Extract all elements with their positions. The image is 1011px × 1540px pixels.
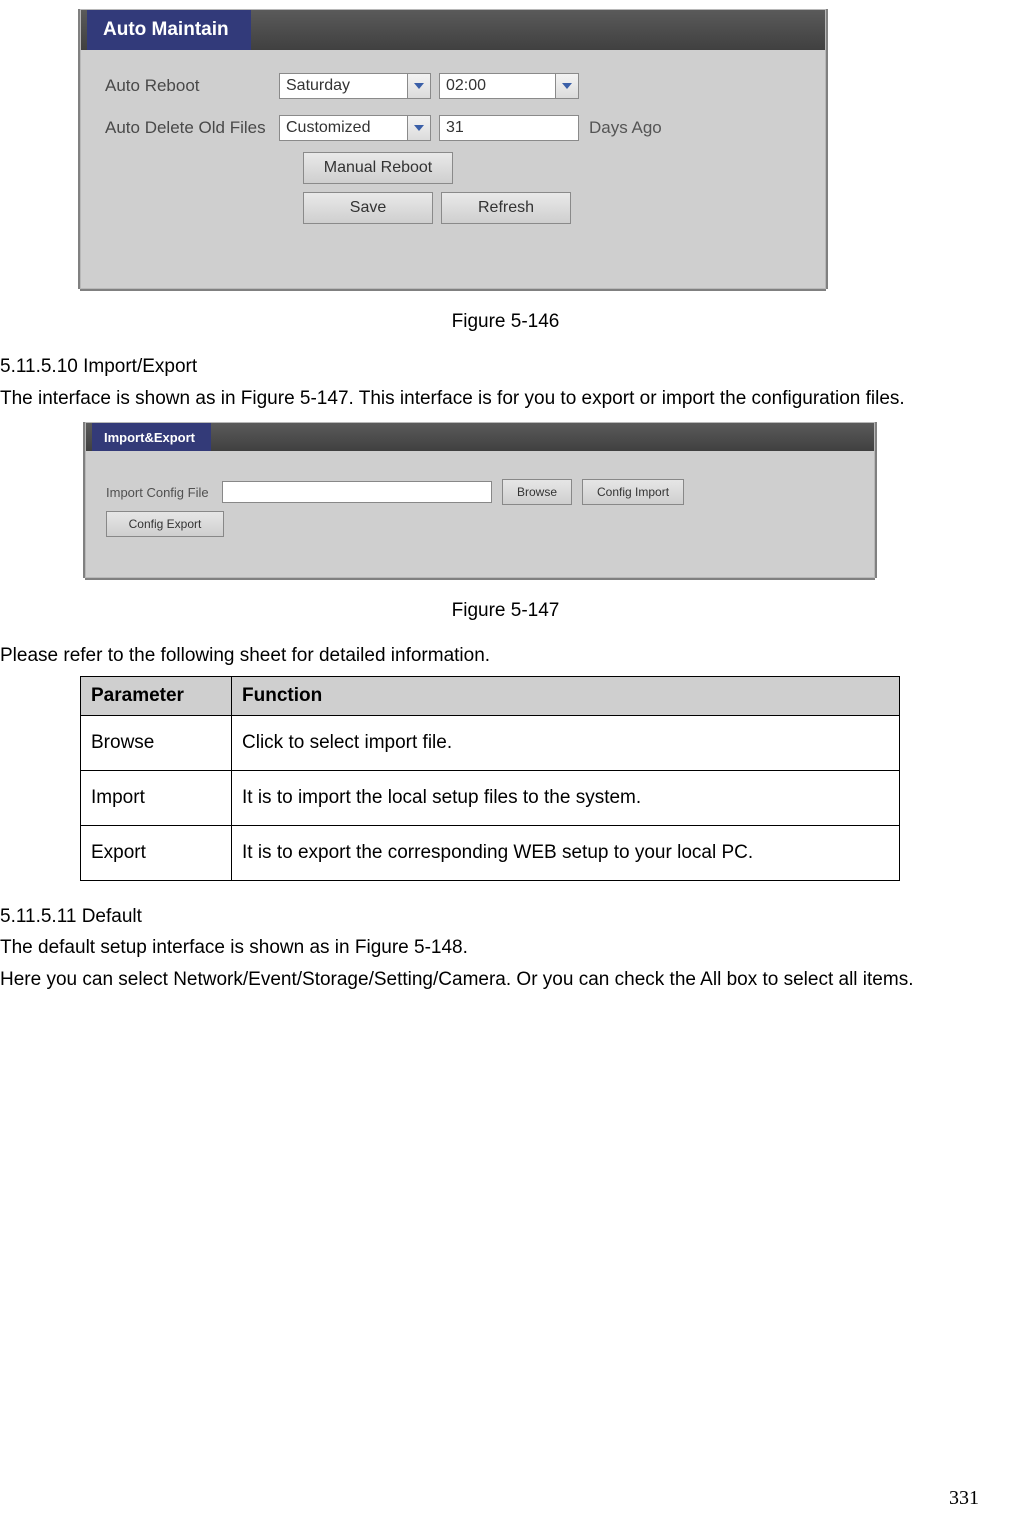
save-button[interactable]: Save [303, 192, 433, 224]
section-5-11-5-11-text-line2: Here you can select Network/Event/Storag… [0, 966, 1011, 994]
auto-maintain-panel: Auto Maintain Auto Reboot Saturday 02:00 [80, 9, 826, 289]
table-cell: Browse [81, 715, 232, 770]
auto-delete-mode-select[interactable]: Customized [279, 115, 431, 141]
import-export-panel: Import&Export Import Config File Browse … [85, 422, 875, 578]
chevron-down-icon [555, 74, 578, 98]
config-export-button[interactable]: Config Export [106, 511, 224, 537]
table-cell: Import [81, 770, 232, 825]
refresh-button[interactable]: Refresh [441, 192, 571, 224]
table-row: Export It is to export the corresponding… [81, 825, 900, 880]
table-header-parameter: Parameter [81, 676, 232, 715]
auto-reboot-time-select[interactable]: 02:00 [439, 73, 579, 99]
import-config-file-label: Import Config File [106, 485, 222, 500]
import-export-tab: Import&Export [92, 423, 211, 451]
browse-button[interactable]: Browse [502, 479, 572, 505]
table-cell: Export [81, 825, 232, 880]
auto-maintain-titlebar: Auto Maintain [81, 10, 825, 50]
table-cell: Click to select import file. [232, 715, 900, 770]
auto-reboot-day-value: Saturday [286, 77, 350, 95]
table-row: Import It is to import the local setup f… [81, 770, 900, 825]
auto-delete-days-input[interactable]: 31 [439, 115, 579, 141]
manual-reboot-button[interactable]: Manual Reboot [303, 152, 453, 184]
section-5-11-5-11-text-line1: The default setup interface is shown as … [0, 934, 1011, 962]
section-5-11-5-10-text: The interface is shown as in Figure 5-14… [0, 385, 1011, 413]
section-5-11-5-10-heading: 5.11.5.10 Import/Export [0, 353, 1011, 381]
import-export-titlebar: Import&Export [86, 423, 874, 451]
auto-maintain-tab: Auto Maintain [87, 10, 251, 50]
auto-reboot-day-select[interactable]: Saturday [279, 73, 431, 99]
table-cell: It is to export the corresponding WEB se… [232, 825, 900, 880]
section-5-11-5-11-heading: 5.11.5.11 Default [0, 903, 1011, 931]
auto-reboot-label: Auto Reboot [105, 76, 279, 96]
figure-5-147-caption: Figure 5-147 [0, 600, 1011, 622]
parameter-table: Parameter Function Browse Click to selec… [80, 676, 900, 881]
table-intro-text: Please refer to the following sheet for … [0, 642, 1011, 670]
table-cell: It is to import the local setup files to… [232, 770, 900, 825]
import-config-file-input[interactable] [222, 481, 492, 503]
page-number: 331 [949, 1487, 979, 1510]
auto-reboot-time-value: 02:00 [446, 77, 486, 95]
chevron-down-icon [407, 116, 430, 140]
table-header-function: Function [232, 676, 900, 715]
auto-delete-days-value: 31 [446, 119, 464, 137]
auto-delete-mode-value: Customized [286, 119, 370, 137]
table-row: Browse Click to select import file. [81, 715, 900, 770]
days-ago-label: Days Ago [589, 118, 662, 138]
figure-5-146-caption: Figure 5-146 [0, 311, 1011, 333]
chevron-down-icon [407, 74, 430, 98]
config-import-button[interactable]: Config Import [582, 479, 684, 505]
auto-delete-label: Auto Delete Old Files [105, 118, 279, 138]
